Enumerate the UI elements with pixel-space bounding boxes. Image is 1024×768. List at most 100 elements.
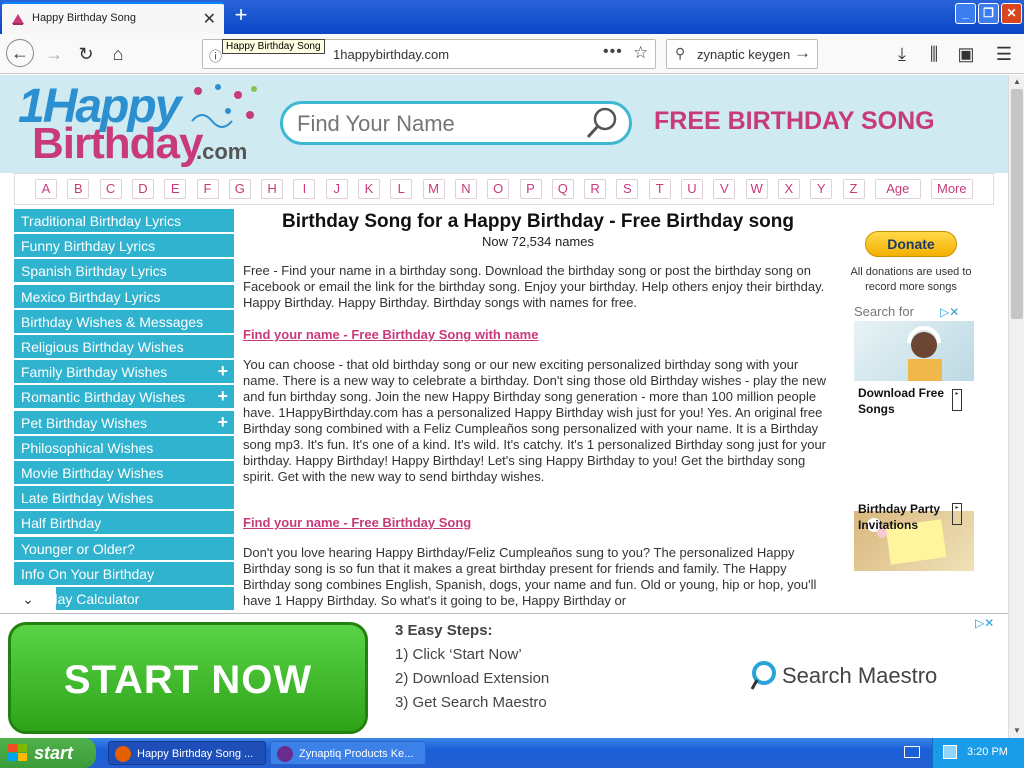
sidebar-item-0[interactable]: Traditional Birthday Lyrics: [14, 209, 234, 233]
sidebar-item-label: Romantic Birthday Wishes: [21, 389, 186, 406]
scroll-down-arrow-icon[interactable]: ▼: [1009, 724, 1024, 738]
search-icon: ⚲: [675, 45, 686, 61]
alphabet-letter-more[interactable]: More: [930, 179, 973, 199]
sidebar-item-label: Pet Birthday Wishes: [21, 414, 148, 431]
site-info-icon[interactable]: ⓘ: [209, 46, 222, 65]
alphabet-letter-r[interactable]: R: [584, 179, 607, 199]
page-actions-icon[interactable]: •••: [603, 43, 623, 61]
ad-image-headphones[interactable]: [854, 321, 974, 381]
collapse-chevron-icon[interactable]: ⌄: [0, 587, 56, 613]
window-minimize-button[interactable]: _: [955, 3, 976, 24]
window-maximize-button[interactable]: ❐: [978, 3, 999, 24]
forward-arrow-icon[interactable]: →: [42, 42, 66, 66]
sidebar-item-4[interactable]: Birthday Wishes & Messages: [14, 309, 234, 334]
alphabet-letter-h[interactable]: H: [261, 179, 284, 199]
alphabet-letter-z[interactable]: Z: [842, 179, 865, 199]
alphabet-letter-s[interactable]: S: [616, 179, 639, 199]
alphabet-letter-m[interactable]: M: [422, 179, 445, 199]
ad-arrow-icon[interactable]: ▸: [952, 503, 962, 525]
donate-button[interactable]: Donate: [865, 231, 957, 257]
intro-paragraph: Free - Find your name in a birthday song…: [243, 263, 825, 310]
alphabet-letter-l[interactable]: L: [390, 179, 413, 199]
scroll-thumb[interactable]: [1011, 89, 1023, 319]
find-name-search[interactable]: [280, 101, 632, 145]
search-maestro-logo[interactable]: Search Maestro: [748, 660, 948, 692]
sidebar-item-7[interactable]: Romantic Birthday Wishes +: [14, 384, 234, 410]
sidebar-item-6[interactable]: Family Birthday Wishes +: [14, 359, 234, 385]
alphabet-letter-w[interactable]: W: [745, 179, 768, 199]
find-name-input[interactable]: [297, 111, 587, 137]
alphabet-letter-o[interactable]: O: [487, 179, 510, 199]
browser-tab[interactable]: Happy Birthday Song ✕: [2, 2, 224, 34]
alphabet-letter-i[interactable]: I: [293, 179, 316, 199]
ad-step-3: 3) Get Search Maestro: [395, 694, 547, 711]
find-name-link-1[interactable]: Find your name - Free Birthday Song with…: [243, 327, 538, 342]
find-name-link-2[interactable]: Find your name - Free Birthday Song: [243, 515, 471, 530]
main-content: Birthday Song for a Happy Birthday - Fre…: [243, 209, 833, 613]
back-arrow-icon[interactable]: ←: [6, 39, 34, 67]
tab-close-icon[interactable]: ✕: [203, 9, 216, 29]
start-button[interactable]: start: [0, 738, 96, 768]
sidebar-item-14[interactable]: Info On Your Birthday: [14, 561, 234, 586]
alphabet-letter-d[interactable]: D: [131, 179, 154, 199]
keyboard-icon[interactable]: [904, 746, 920, 758]
alphabet-letter-v[interactable]: V: [713, 179, 736, 199]
new-tab-icon[interactable]: +: [228, 3, 254, 29]
adchoices-icon[interactable]: ▷✕: [940, 305, 959, 319]
windows-taskbar: start Happy Birthday Song ... Zynaptiq P…: [0, 738, 1024, 768]
alphabet-letter-p[interactable]: P: [519, 179, 542, 199]
sidebar-item-1[interactable]: Funny Birthday Lyrics: [14, 234, 234, 259]
sidebar-item-13[interactable]: Younger or Older?: [14, 536, 234, 561]
page-scrollbar[interactable]: ▲ ▼: [1008, 75, 1024, 738]
window-close-button[interactable]: ✕: [1001, 3, 1022, 24]
expand-plus-icon[interactable]: +: [217, 359, 228, 383]
sidebar-item-3[interactable]: Mexico Birthday Lyrics: [14, 284, 234, 309]
download-icon[interactable]: ⤓: [890, 42, 914, 66]
alphabet-letter-e[interactable]: E: [164, 179, 187, 199]
network-icon[interactable]: [943, 745, 957, 759]
alphabet-letter-j[interactable]: J: [325, 179, 348, 199]
expand-plus-icon[interactable]: +: [217, 410, 228, 434]
sidebar-item-2[interactable]: Spanish Birthday Lyrics: [14, 259, 234, 284]
alphabet-letter-y[interactable]: Y: [810, 179, 833, 199]
ad-arrow-icon[interactable]: ▸: [952, 389, 962, 411]
taskbar-item-zynaptiq[interactable]: Zynaptiq Products Ke...: [270, 741, 426, 765]
expand-plus-icon[interactable]: +: [217, 384, 228, 408]
alphabet-letter-f[interactable]: F: [196, 179, 219, 199]
reload-icon[interactable]: ↻: [74, 42, 98, 66]
alphabet-letter-age[interactable]: Age: [874, 179, 921, 199]
ad-close-icon[interactable]: ▷✕: [975, 616, 994, 630]
alphabet-letter-x[interactable]: X: [777, 179, 800, 199]
site-logo[interactable]: 1Happy Birthday .com: [18, 79, 268, 171]
sidebar-item-5[interactable]: Religious Birthday Wishes: [14, 335, 234, 359]
alphabet-letter-a[interactable]: A: [35, 179, 57, 199]
ad-label-download-songs[interactable]: Download Free Songs: [858, 385, 948, 417]
taskbar-item-firefox[interactable]: Happy Birthday Song ...: [108, 741, 266, 765]
sidebar-item-9[interactable]: Philosophical Wishes: [14, 435, 234, 460]
start-now-button[interactable]: START NOW: [8, 622, 368, 734]
sidebar-item-8[interactable]: Pet Birthday Wishes +: [14, 410, 234, 435]
alphabet-letter-k[interactable]: K: [358, 179, 380, 199]
sidebar-nav: Traditional Birthday Lyrics Funny Birthda…: [14, 209, 234, 613]
bookmark-star-icon[interactable]: ☆: [633, 43, 648, 63]
sidebar-toggle-icon[interactable]: ▣: [954, 42, 978, 66]
sidebar-item-12[interactable]: Half Birthday: [14, 511, 234, 536]
alphabet-letter-t[interactable]: T: [648, 179, 671, 199]
magnifier-icon[interactable]: [585, 106, 619, 140]
alphabet-letter-n[interactable]: N: [454, 179, 477, 199]
menu-hamburger-icon[interactable]: ☰: [992, 42, 1016, 66]
browser-search-bar[interactable]: ⚲ zynaptic keygen →: [666, 39, 818, 69]
alphabet-letter-g[interactable]: G: [228, 179, 251, 199]
ad-label-party-invitations[interactable]: Birthday Party Invitations: [858, 501, 948, 533]
alphabet-letter-q[interactable]: Q: [551, 179, 574, 199]
scroll-up-arrow-icon[interactable]: ▲: [1009, 75, 1024, 89]
clock[interactable]: 3:20 PM: [967, 746, 1008, 758]
sidebar-item-10[interactable]: Movie Birthday Wishes: [14, 461, 234, 485]
search-go-arrow-icon[interactable]: →: [794, 43, 811, 63]
library-icon[interactable]: ⫼: [922, 42, 946, 66]
alphabet-letter-c[interactable]: C: [99, 179, 122, 199]
alphabet-letter-u[interactable]: U: [681, 179, 703, 199]
alphabet-letter-b[interactable]: B: [67, 179, 90, 199]
sidebar-item-11[interactable]: Late Birthday Wishes: [14, 486, 234, 511]
home-icon[interactable]: ⌂: [106, 42, 130, 66]
